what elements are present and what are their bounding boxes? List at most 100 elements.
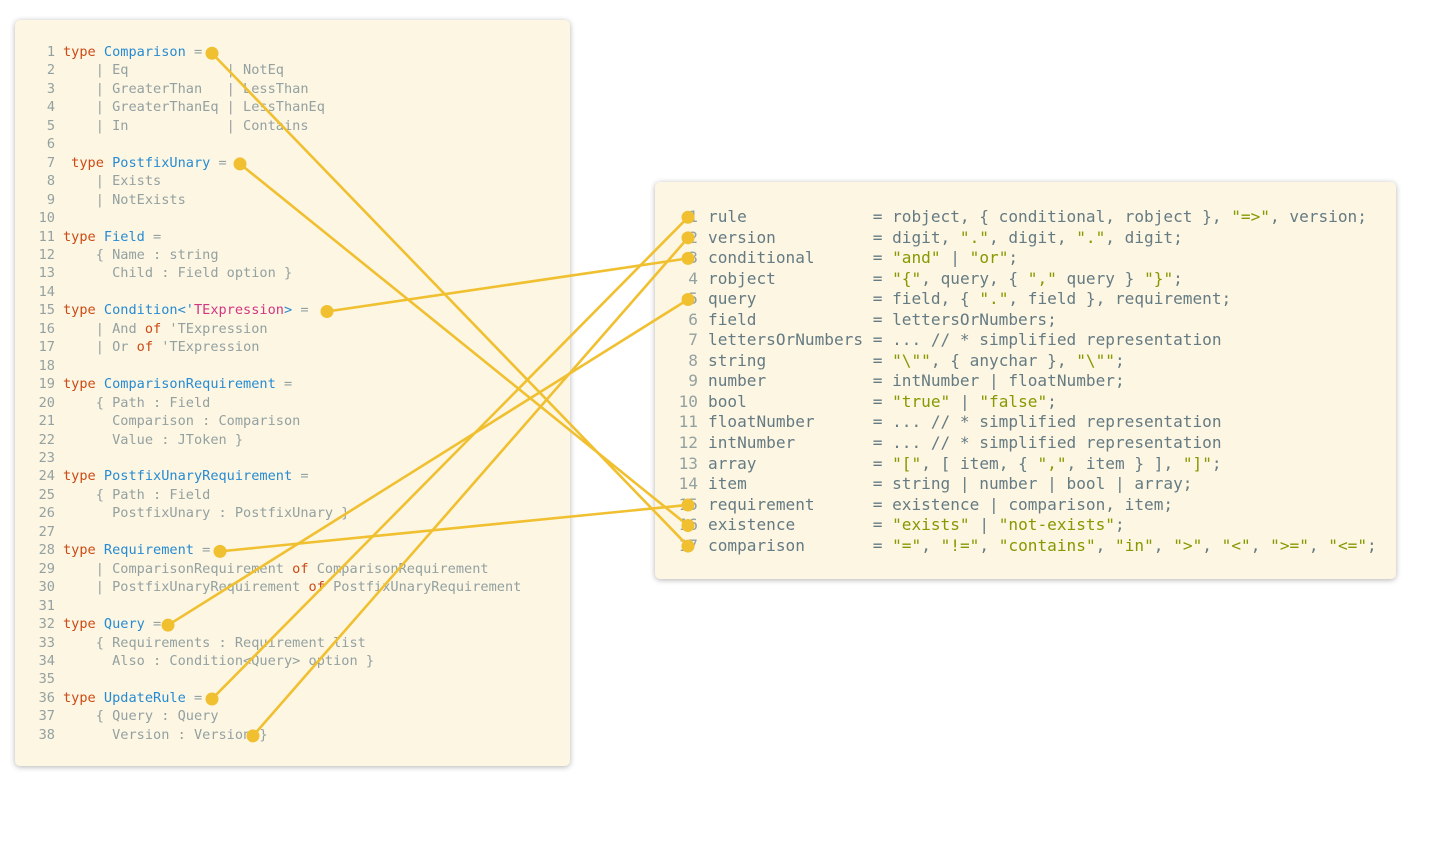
ebnf-token: ">" <box>1173 535 1203 555</box>
fsharp-token: PostfixUnary <box>112 154 211 171</box>
ebnf-line-number: 5 <box>688 289 698 309</box>
ebnf-line-number: 6 <box>688 309 698 329</box>
ebnf-token: ; <box>1008 248 1019 268</box>
ebnf-token: "{" <box>892 268 922 288</box>
fsharp-line-number: 37 <box>38 708 55 725</box>
ebnf-token: , <box>921 535 941 555</box>
fsharp-token: TExpression <box>193 302 284 319</box>
fsharp-line-14: 14 <box>15 283 521 301</box>
fsharp-token: type <box>63 154 113 171</box>
fsharp-code-panel: 1 type Comparison = 2 | Eq | NotEq 3 | Grea… <box>15 20 570 766</box>
ebnf-token: comparison = <box>708 535 893 555</box>
fsharp-token: { Path : Field <box>63 394 211 411</box>
fsharp-token: > <box>283 302 293 319</box>
fsharp-line-24: 24 type PostfixUnaryRequirement = <box>15 467 521 485</box>
fsharp-line-30: 30 | PostfixUnaryRequirement of PostfixU… <box>15 578 522 596</box>
fsharp-token: type <box>63 468 104 485</box>
ebnf-line-number: 7 <box>688 330 698 350</box>
fsharp-token: Also : Condition<Query> option } <box>63 652 374 669</box>
fsharp-token: Version : Version } <box>63 726 268 743</box>
fsharp-line-34: 34 Also : Condition<Query> option } <box>15 652 521 670</box>
fsharp-line-10: 10 <box>15 209 521 227</box>
fsharp-token: PostfixUnary : PostfixUnary } <box>63 505 350 522</box>
fsharp-line-16: 16 | And of 'TExpression <box>15 320 521 338</box>
ebnf-line-11: 11 floatNumber = ... // * simplified repr… <box>655 412 1377 433</box>
ebnf-token: conditional = <box>708 248 893 268</box>
fsharp-token: | GreaterThan | LessThan <box>63 80 309 97</box>
fsharp-token: Condition<' <box>103 302 194 319</box>
ebnf-token: query } <box>1056 268 1145 288</box>
ebnf-line-8: 8 string = "\"", { anychar }, "\""; <box>655 351 1377 372</box>
ebnf-token: , query, { <box>921 268 1028 288</box>
fsharp-line-32: 32 type Query = <box>15 615 521 633</box>
fsharp-line-29: 29 | ComparisonRequirement of Comparison… <box>15 560 521 578</box>
ebnf-token: "," <box>1027 268 1057 288</box>
fsharp-token: { Requirements : Requirement list <box>63 634 366 651</box>
fsharp-line-number: 28 <box>38 542 55 559</box>
ebnf-token: , field }, requirement; <box>1008 289 1232 309</box>
ebnf-token: ; <box>1211 453 1222 473</box>
fsharp-token: | And <box>63 320 145 337</box>
fsharp-line-11: 11 type Field = <box>15 228 521 246</box>
fsharp-line-15: 15 type Condition<'TExpression> = <box>15 301 521 319</box>
fsharp-token: type <box>63 616 104 633</box>
fsharp-line-8: 8 | Exists <box>15 172 521 190</box>
ebnf-token: "true" <box>892 391 951 411</box>
ebnf-line-number: 13 <box>678 453 698 473</box>
ebnf-token: "." <box>959 227 989 247</box>
fsharp-line-number: 24 <box>38 468 55 485</box>
fsharp-line-number: 1 <box>46 44 55 60</box>
fsharp-line-3: 3 | GreaterThan | LessThan <box>15 80 521 98</box>
fsharp-line-38: 38 Version : Version } <box>15 726 521 744</box>
fsharp-token: type <box>63 44 104 60</box>
ebnf-token: robject = <box>708 268 893 288</box>
ebnf-line-15: 15 requirement = existence | comparison, … <box>655 495 1377 516</box>
ebnf-token: | <box>950 391 980 411</box>
fsharp-line-number: 10 <box>38 210 55 227</box>
ebnf-token: ; <box>1047 391 1057 411</box>
ebnf-token: "[" <box>892 453 922 473</box>
fsharp-token: of <box>292 560 309 577</box>
ebnf-token: "<" <box>1221 535 1251 555</box>
fsharp-token: | PostfixUnaryRequirement <box>63 579 309 596</box>
fsharp-line-6: 6 <box>15 135 521 153</box>
ebnf-token: ; <box>1367 535 1377 555</box>
fsharp-line-23: 23 <box>15 449 521 467</box>
fsharp-line-17: 17 | Or of 'TExpression <box>15 338 521 356</box>
ebnf-token: | <box>940 248 970 268</box>
fsharp-token: PostfixUnaryRequirement <box>324 579 522 596</box>
fsharp-token: Field <box>103 228 145 245</box>
fsharp-line-number: 2 <box>46 62 55 79</box>
fsharp-line-number: 15 <box>38 302 55 319</box>
ebnf-token: , digit; <box>1105 227 1183 247</box>
fsharp-line-number: 30 <box>38 579 55 596</box>
ebnf-token: , [ item, { <box>921 453 1038 473</box>
fsharp-line-number: 38 <box>38 726 55 743</box>
fsharp-line-number: 12 <box>38 246 55 263</box>
fsharp-token: 'TExpression <box>153 339 260 356</box>
ebnf-line-14: 14 item = string | number | bool | array; <box>655 474 1377 495</box>
fsharp-token: | Or <box>63 339 137 356</box>
ebnf-token: ; <box>1114 515 1125 535</box>
fsharp-line-27: 27 <box>15 523 521 541</box>
ebnf-token: ">=" <box>1270 535 1309 555</box>
fsharp-line-4: 4 | GreaterThanEq | LessThanEq <box>15 98 521 116</box>
ebnf-token: existence = <box>708 515 893 535</box>
ebnf-line-number: 16 <box>678 515 698 535</box>
ebnf-token: "." <box>979 289 1009 309</box>
ebnf-token: "not-exists" <box>998 515 1115 535</box>
fsharp-line-20: 20 { Path : Field <box>15 394 521 412</box>
fsharp-token: { Path : Field <box>63 486 211 503</box>
fsharp-token: = <box>193 542 211 559</box>
ebnf-token: "in" <box>1115 535 1154 555</box>
ebnf-line-7: 7 lettersOrNumbers = ... // * simplified … <box>655 330 1377 351</box>
ebnf-line-16: 16 existence = "exists" | "not-exists"; <box>655 515 1377 536</box>
fsharp-line-1: 1 type Comparison = <box>15 43 521 61</box>
fsharp-line-number: 8 <box>46 173 55 190</box>
fsharp-line-21: 21 Comparison : Comparison <box>15 412 521 430</box>
ebnf-grammar-code: 1 rule = robject, { conditional, robject … <box>655 207 1377 556</box>
ebnf-line-9: 9 number = intNumber | floatNumber; <box>655 371 1377 392</box>
fsharp-line-number: 36 <box>38 689 55 706</box>
ebnf-token: intNumber = ... // * simplified represen… <box>708 433 1222 453</box>
fsharp-token: = <box>292 468 309 485</box>
